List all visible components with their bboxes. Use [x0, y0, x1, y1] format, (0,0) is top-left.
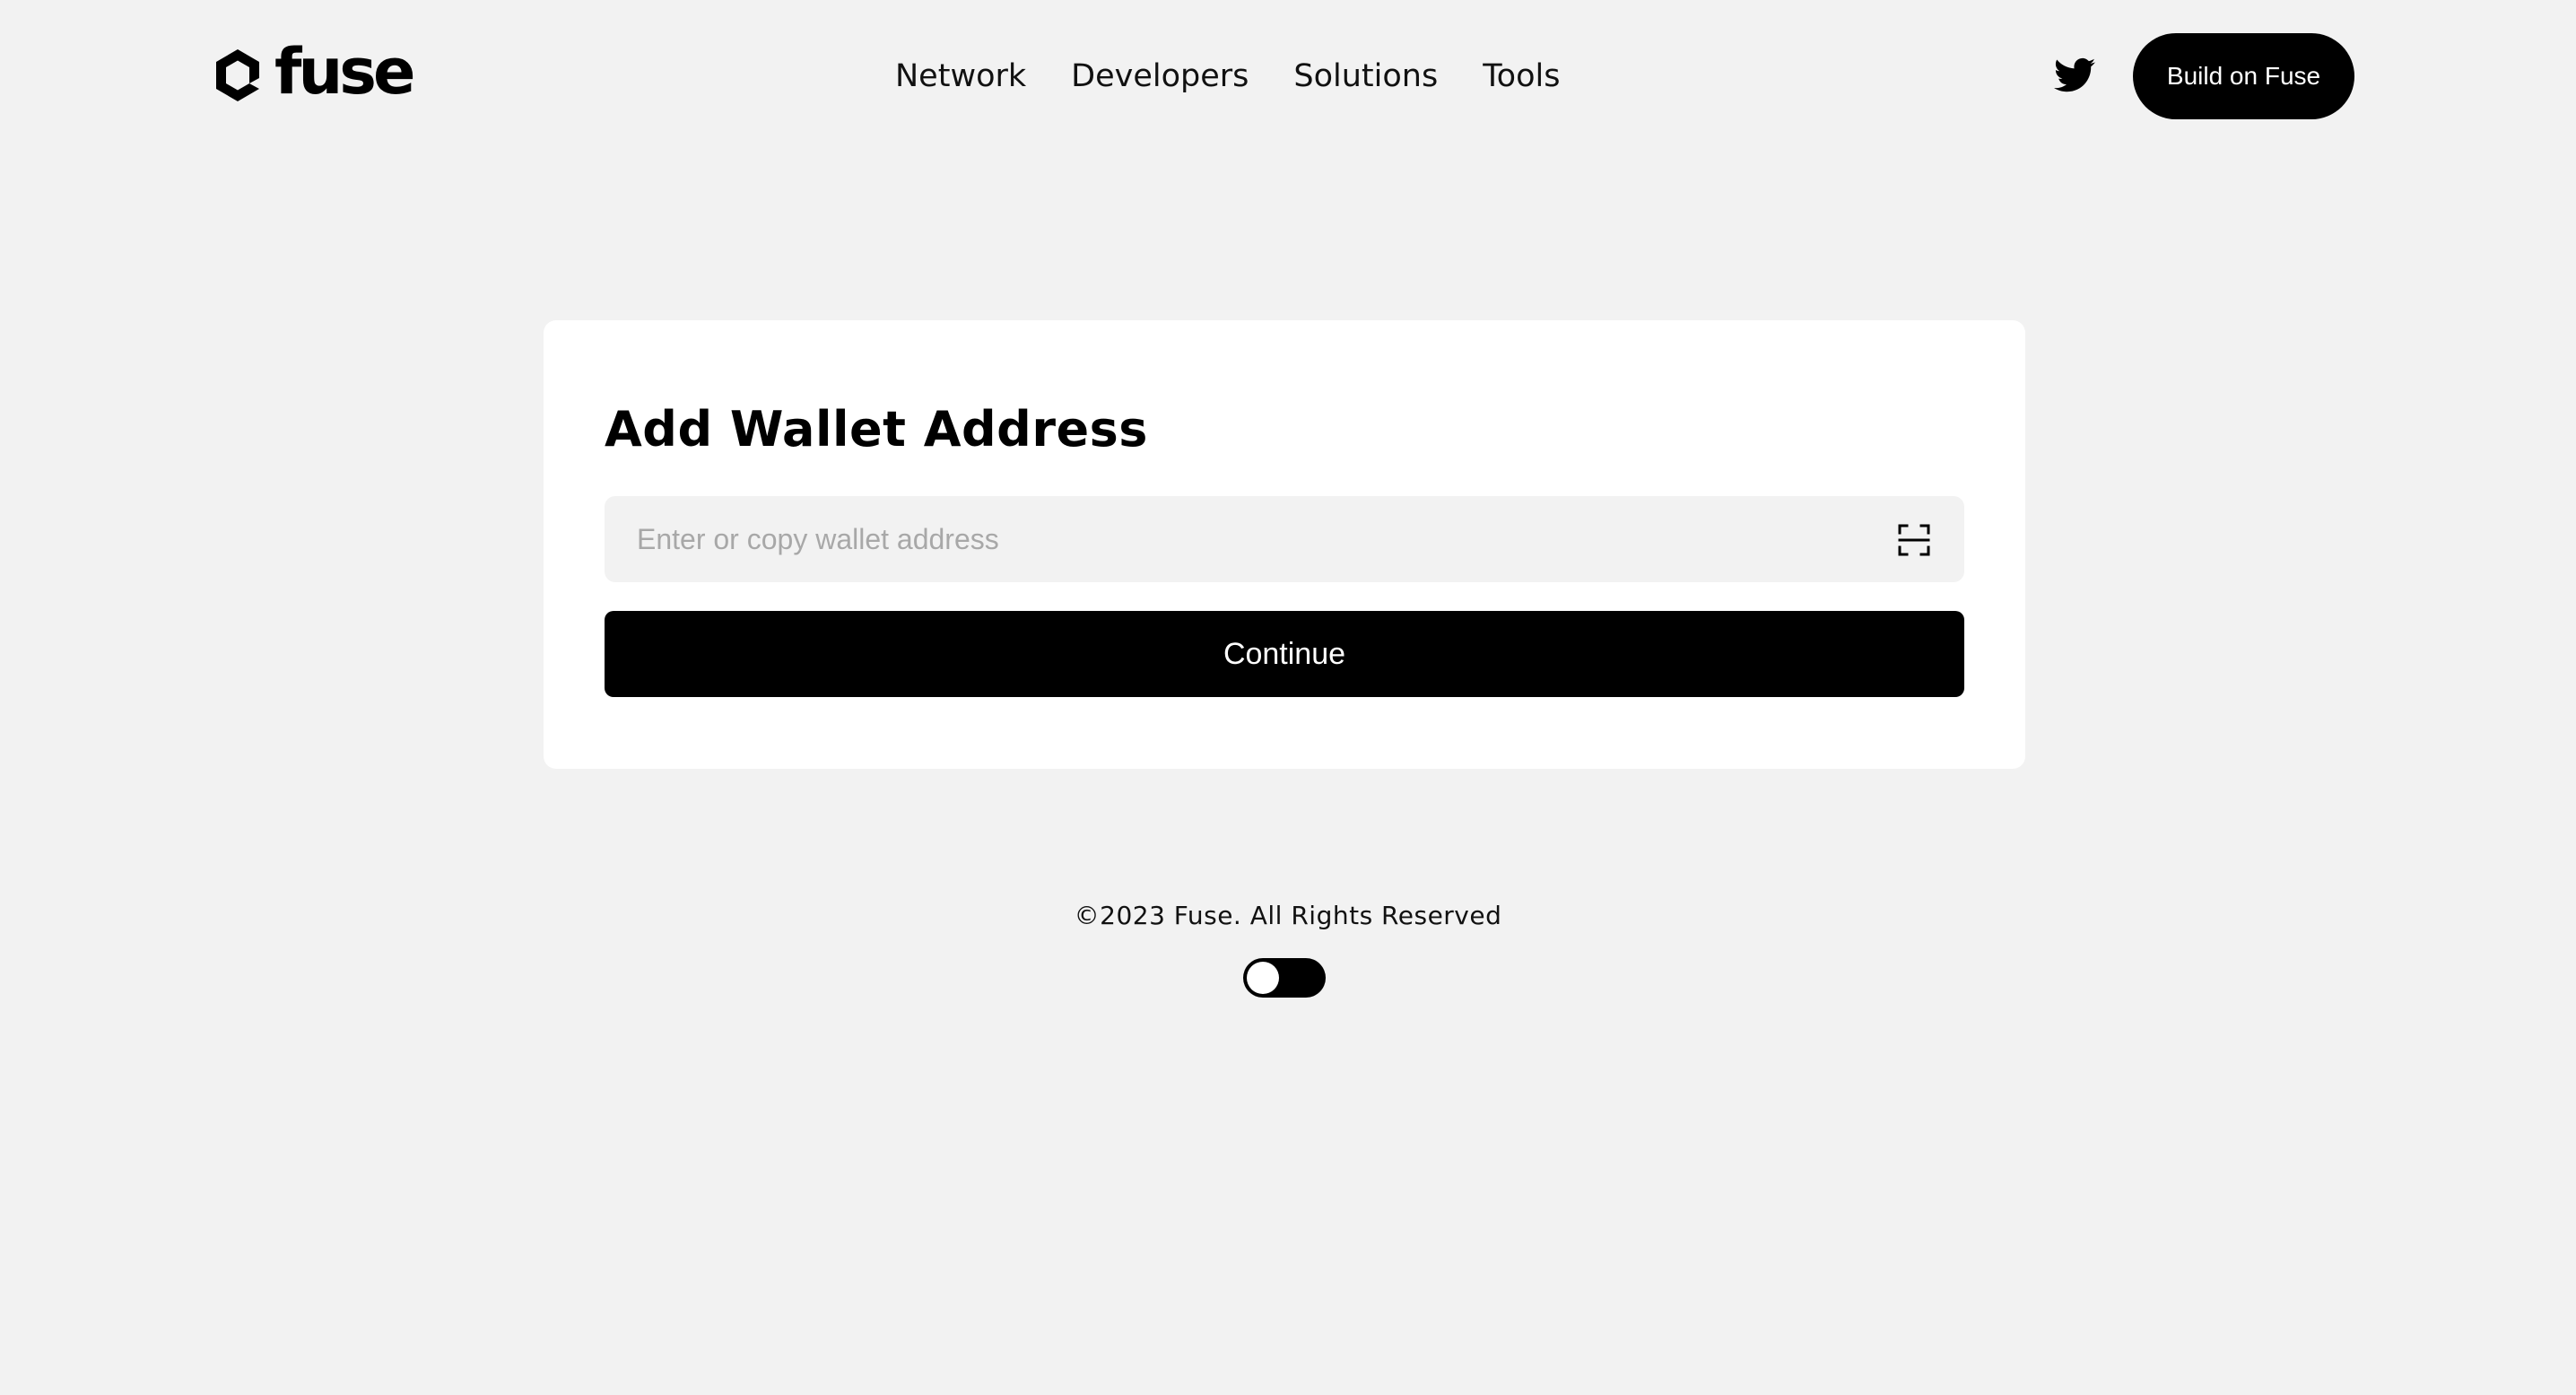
card-title: Add Wallet Address — [605, 401, 1148, 458]
nav-item-tools[interactable]: Tools — [1483, 54, 1560, 99]
twitter-icon[interactable] — [2054, 57, 2095, 93]
site-header: fuse Network Developers Solutions Tools … — [0, 0, 2576, 154]
wallet-address-input[interactable] — [605, 496, 1860, 582]
nav-item-network[interactable]: Network — [895, 54, 1026, 99]
nav-item-developers[interactable]: Developers — [1071, 54, 1249, 99]
scan-icon[interactable] — [1898, 524, 1930, 556]
nav-item-solutions[interactable]: Solutions — [1293, 54, 1438, 99]
add-wallet-card: Add Wallet Address Continue — [544, 320, 2025, 769]
fuse-logo-icon — [216, 49, 259, 101]
fuse-logo[interactable]: fuse — [213, 40, 415, 106]
build-on-fuse-button[interactable]: Build on Fuse — [2133, 33, 2354, 119]
wallet-address-field — [605, 496, 1964, 582]
toggle-knob — [1247, 962, 1279, 994]
continue-button[interactable]: Continue — [605, 611, 1964, 697]
main-nav: Network Developers Solutions Tools — [895, 54, 1560, 99]
page: fuse Network Developers Solutions Tools … — [0, 0, 2576, 1395]
logo-wordmark: fuse — [274, 35, 415, 109]
copyright-text: ©2023 Fuse. All Rights Reserved — [1074, 901, 1502, 930]
theme-toggle[interactable] — [1243, 958, 1326, 998]
